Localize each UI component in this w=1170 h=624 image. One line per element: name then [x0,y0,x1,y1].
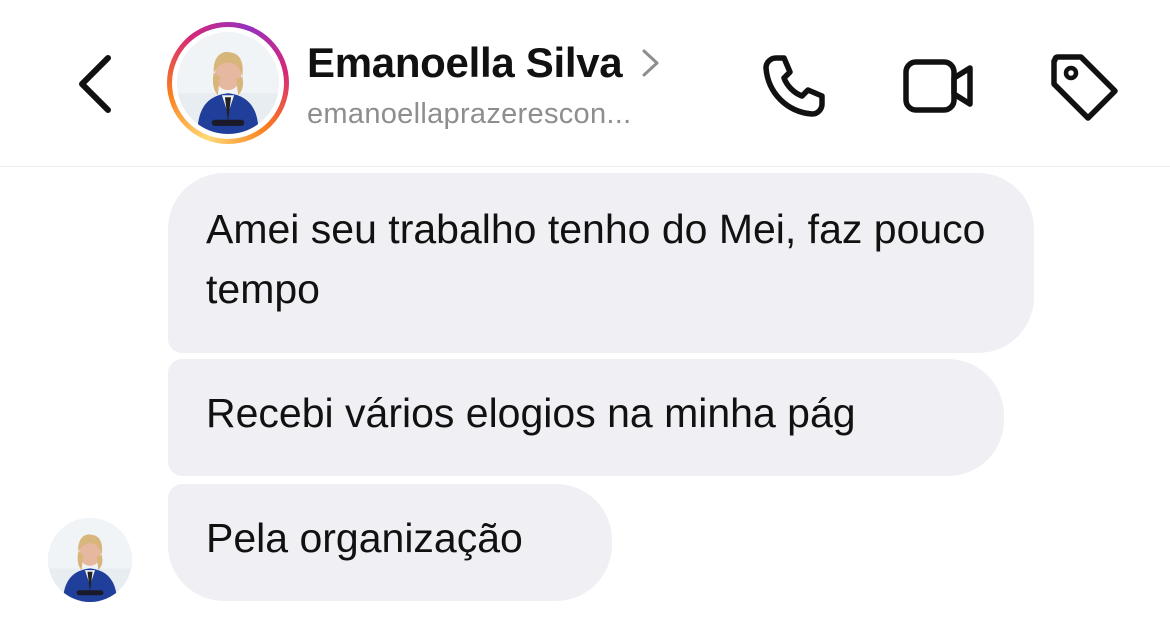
video-camera-icon [903,59,973,113]
contact-name-row[interactable]: Emanoella Silva [307,36,662,90]
message-thread: Amei seu trabalho tenho do Mei, faz pouc… [0,167,1170,624]
chevron-right-icon [640,45,662,81]
chat-header: Emanoella Silva emanoellaprazerescon... [0,0,1170,167]
label-button[interactable] [1045,48,1121,124]
tag-icon [1051,54,1118,121]
message-bubble[interactable]: Recebi vários elogios na minha pág [168,359,1004,476]
chevron-left-icon [79,55,111,113]
message-bubble[interactable]: Amei seu trabalho tenho do Mei, faz pouc… [168,173,1034,353]
contact-avatar-story-ring[interactable] [167,22,289,144]
sender-avatar[interactable] [48,518,132,602]
contact-username: emanoellaprazerescon... [307,98,632,130]
avatar-photo-image [48,518,132,602]
message-text: Pela organização [206,515,523,561]
back-button[interactable] [62,44,132,124]
audio-call-button[interactable] [756,48,832,124]
contact-name: Emanoella Silva [307,39,623,86]
contact-avatar [177,32,279,134]
video-call-button[interactable] [900,48,976,124]
message-text: Recebi vários elogios na minha pág [206,390,856,436]
avatar-photo-image [177,32,279,134]
message-text: Amei seu trabalho tenho do Mei, faz pouc… [206,206,986,312]
phone-icon [763,55,825,117]
message-bubble[interactable]: Pela organização [168,484,612,601]
